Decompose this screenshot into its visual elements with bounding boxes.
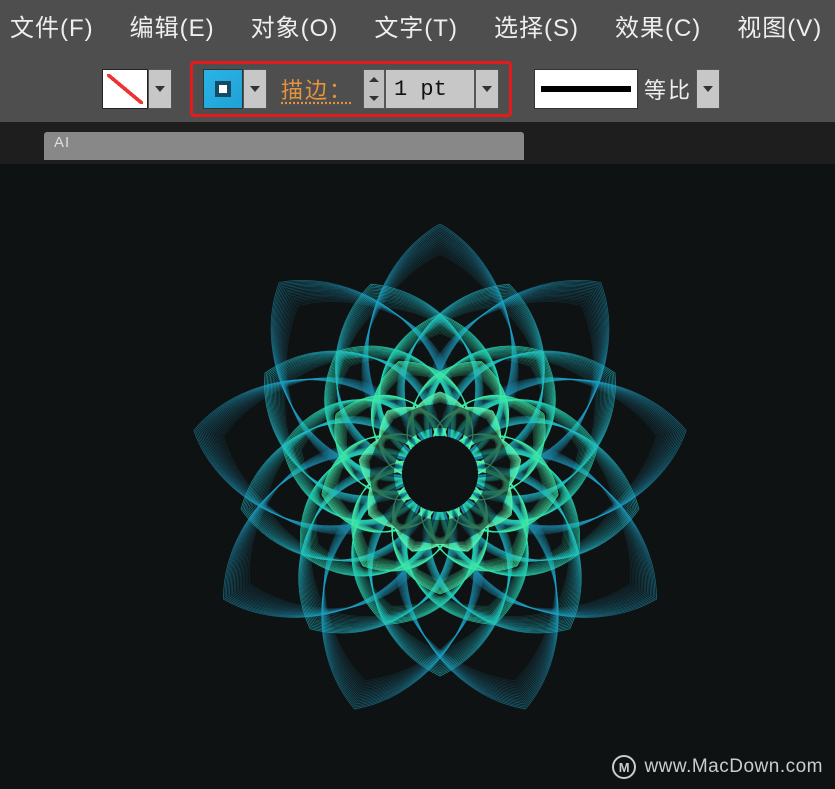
menu-label: 视图(V) — [737, 15, 822, 42]
menu-label: 文件(F) — [10, 15, 94, 42]
watermark-text: www.MacDown.com — [644, 756, 823, 778]
stroke-dropdown[interactable] — [243, 69, 267, 109]
fill-swatch[interactable] — [102, 69, 148, 109]
chevron-down-icon — [369, 96, 379, 101]
menu-label: 对象(O) — [251, 15, 339, 42]
document-tab-strip: AI — [0, 122, 835, 164]
menu-type[interactable]: 文字(T) — [374, 8, 458, 43]
chevron-down-icon — [155, 86, 165, 92]
watermark: M www.MacDown.com — [612, 755, 823, 779]
stroke-profile-label: 等比 — [644, 73, 692, 105]
stroke-profile-group: 等比 — [534, 69, 720, 109]
menu-object[interactable]: 对象(O) — [251, 8, 339, 43]
document-tab-title: AI — [54, 134, 70, 151]
stroke-profile-swatch[interactable] — [534, 69, 638, 109]
document-tab[interactable]: AI — [44, 132, 524, 160]
menu-select[interactable]: 选择(S) — [494, 8, 579, 43]
menu-label: 编辑(E) — [130, 15, 215, 42]
stroke-swatch[interactable] — [203, 69, 243, 109]
menu-label: 效果(C) — [615, 15, 701, 42]
stroke-label: 描边： — [281, 73, 353, 105]
menu-view[interactable]: 视图(V) — [737, 8, 822, 43]
menu-file[interactable]: 文件(F) — [10, 8, 94, 43]
watermark-logo-icon: M — [612, 755, 636, 779]
menu-label: 文字(T) — [374, 15, 458, 42]
menu-bar: 文件(F) 编辑(E) 对象(O) 文字(T) 选择(S) 效果(C) 视图(V… — [0, 0, 835, 56]
chevron-up-icon — [369, 77, 379, 82]
stroke-profile-dropdown[interactable] — [696, 69, 720, 109]
stroke-weight-field[interactable]: 1 pt — [385, 69, 475, 109]
chevron-down-icon — [250, 86, 260, 92]
menu-label: 选择(S) — [494, 15, 579, 42]
stroke-controls-highlighted: 描边： 1 pt — [190, 61, 512, 117]
step-down-button[interactable] — [364, 89, 384, 108]
step-up-button[interactable] — [364, 70, 384, 89]
menu-edit[interactable]: 编辑(E) — [130, 8, 215, 43]
stroke-weight-dropdown[interactable] — [475, 69, 499, 109]
fill-dropdown[interactable] — [148, 69, 172, 109]
menu-effect[interactable]: 效果(C) — [615, 8, 701, 43]
stroke-weight-stepper[interactable] — [363, 69, 385, 109]
chevron-down-icon — [482, 86, 492, 92]
artboard — [0, 164, 835, 789]
chevron-down-icon — [703, 86, 713, 92]
stroke-swatch-icon — [215, 81, 231, 97]
options-bar: 描边： 1 pt 等比 — [0, 56, 835, 122]
stroke-weight-value: 1 pt — [394, 77, 447, 102]
